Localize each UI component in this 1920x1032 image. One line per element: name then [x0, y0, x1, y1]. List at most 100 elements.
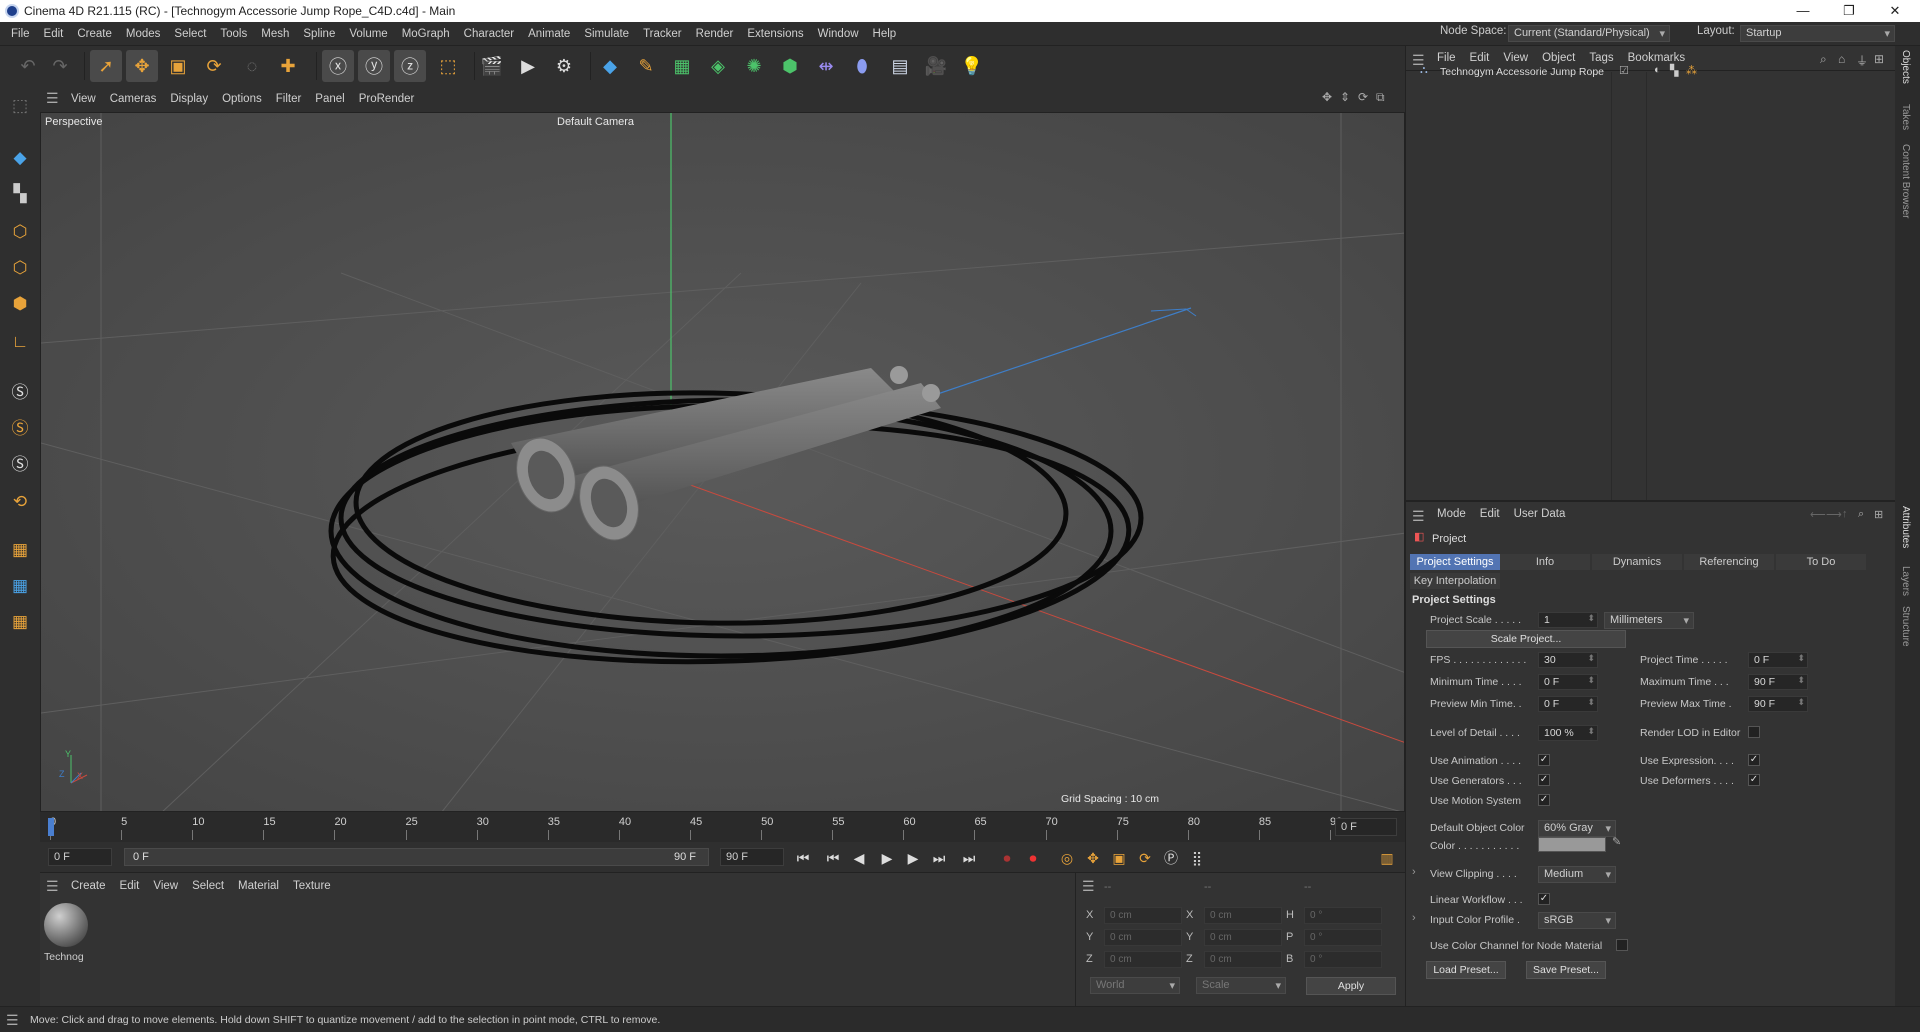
- layout-select[interactable]: Startup: [1740, 25, 1895, 42]
- rotate-tool-icon[interactable]: ⟳: [198, 50, 230, 82]
- subdivision-icon[interactable]: ▦: [666, 50, 698, 82]
- current-frame-field[interactable]: 0 F: [1335, 818, 1397, 836]
- tab-to-do[interactable]: To Do: [1776, 554, 1866, 570]
- objects-menu-file[interactable]: File: [1430, 52, 1463, 64]
- attr-search-icon[interactable]: ⌕: [1858, 508, 1864, 521]
- viewport-menu-filter[interactable]: Filter: [269, 93, 309, 105]
- objects-menu-edit[interactable]: Edit: [1463, 52, 1497, 64]
- x-axis-lock-icon[interactable]: ⓧ: [322, 50, 354, 82]
- material-tag-icon[interactable]: ◐: [1654, 64, 1661, 76]
- material-menu-icon[interactable]: ☰: [46, 878, 59, 895]
- render-settings-icon[interactable]: ⚙: [548, 50, 580, 82]
- axis-mode-icon[interactable]: ∟: [4, 326, 36, 358]
- viewport-rotate-icon[interactable]: ⟳: [1358, 90, 1368, 104]
- save-preset-button[interactable]: Save Preset...: [1526, 961, 1606, 979]
- material-name[interactable]: Technog: [44, 951, 84, 963]
- next-frame-icon[interactable]: ▶: [902, 847, 924, 869]
- lod-field[interactable]: 100 %: [1538, 725, 1598, 741]
- light-icon[interactable]: 💡: [956, 50, 988, 82]
- menu-extensions[interactable]: Extensions: [740, 28, 810, 40]
- polygons-mode-icon[interactable]: ⬢: [4, 288, 36, 320]
- vtab-takes[interactable]: Takes: [1900, 104, 1911, 130]
- coord-field[interactable]: 0 cm: [1204, 907, 1282, 924]
- preview-range-slider[interactable]: 0 F 90 F: [124, 848, 709, 866]
- objects-home-icon[interactable]: ⌂: [1838, 52, 1845, 66]
- use-animation-checkbox[interactable]: ✓: [1538, 754, 1550, 766]
- coord-field[interactable]: 0 °: [1304, 951, 1382, 968]
- min-time-field[interactable]: 0 F: [1538, 674, 1598, 690]
- viewport-menu-icon[interactable]: ☰: [46, 90, 59, 107]
- coord-field[interactable]: 0 °: [1304, 907, 1382, 924]
- view-clipping-select[interactable]: Medium: [1538, 866, 1616, 883]
- vtab-structure[interactable]: Structure: [1900, 606, 1911, 647]
- attr-lock-icon[interactable]: ⊞: [1874, 508, 1883, 521]
- status-menu-icon[interactable]: ☰: [6, 1012, 19, 1029]
- objects-menu-tags[interactable]: Tags: [1582, 52, 1620, 64]
- points-mode-icon[interactable]: ⬡: [4, 216, 36, 248]
- attributes-menu-mode[interactable]: Mode: [1430, 508, 1473, 520]
- 3d-viewport[interactable]: Perspective Default Camera Grid Spacing …: [40, 112, 1405, 812]
- objects-search-icon[interactable]: ⌕: [1820, 52, 1827, 67]
- y-axis-lock-icon[interactable]: ⓨ: [358, 50, 390, 82]
- material-menu-select[interactable]: Select: [185, 880, 231, 892]
- vtab-layers[interactable]: Layers: [1900, 566, 1911, 596]
- add-tool-icon[interactable]: ✚: [272, 50, 304, 82]
- viewport-menu-cameras[interactable]: Cameras: [103, 93, 164, 105]
- vtab-objects[interactable]: Objects: [1900, 50, 1911, 84]
- tab-key-interpolation[interactable]: Key Interpolation: [1410, 573, 1500, 589]
- input-profile-select[interactable]: sRGB: [1538, 912, 1616, 929]
- menu-modes[interactable]: Modes: [119, 28, 168, 40]
- coords-world-select[interactable]: World: [1090, 977, 1180, 994]
- attributes-menu-user-data[interactable]: User Data: [1507, 508, 1573, 520]
- menu-select[interactable]: Select: [167, 28, 213, 40]
- tab-referencing[interactable]: Referencing: [1684, 554, 1774, 570]
- viewport-menu-prorender[interactable]: ProRender: [352, 93, 422, 105]
- menu-spline[interactable]: Spline: [296, 28, 342, 40]
- attr-back-icon[interactable]: ⟵: [1810, 508, 1826, 521]
- keyframe-selection-icon[interactable]: ◎: [1056, 847, 1078, 869]
- use-expression-checkbox[interactable]: ✓: [1748, 754, 1760, 766]
- viewport-maximize-icon[interactable]: ⧉: [1376, 90, 1385, 105]
- coord-field[interactable]: 0 cm: [1104, 929, 1182, 946]
- coords-scale-select[interactable]: Scale: [1196, 977, 1286, 994]
- locked-workplane-icon[interactable]: ▦: [4, 570, 36, 602]
- menu-volume[interactable]: Volume: [342, 28, 394, 40]
- material-menu-texture[interactable]: Texture: [286, 880, 338, 892]
- tab-project-settings[interactable]: Project Settings: [1410, 554, 1500, 570]
- record-active-icon[interactable]: ⏺: [996, 847, 1018, 869]
- render-view-icon[interactable]: 🎬: [476, 50, 508, 82]
- pen-spline-icon[interactable]: ✎: [630, 50, 662, 82]
- project-time-field[interactable]: 0 F: [1748, 652, 1808, 668]
- render-picture-viewer-icon[interactable]: ▶: [512, 50, 544, 82]
- input-profile-expand-icon[interactable]: ›: [1412, 912, 1416, 924]
- texture-tag-icon[interactable]: ▚: [1670, 64, 1678, 77]
- viewport-menu-display[interactable]: Display: [163, 93, 215, 105]
- material-preview[interactable]: [44, 903, 88, 947]
- coord-field[interactable]: 0 cm: [1104, 907, 1182, 924]
- deformer-icon[interactable]: ⇹: [810, 50, 842, 82]
- coords-apply-button[interactable]: Apply: [1306, 977, 1396, 995]
- texture-mode-icon[interactable]: ▚: [4, 178, 36, 210]
- camera-icon[interactable]: 🎥: [920, 50, 952, 82]
- maximize-button[interactable]: ❐: [1826, 0, 1872, 22]
- edges-mode-icon[interactable]: ⬡: [4, 252, 36, 284]
- use-deformers-checkbox[interactable]: ✓: [1748, 774, 1760, 786]
- menu-tools[interactable]: Tools: [213, 28, 254, 40]
- undo-icon[interactable]: ↶: [12, 50, 44, 82]
- floor-icon[interactable]: ▤: [884, 50, 916, 82]
- menu-window[interactable]: Window: [811, 28, 866, 40]
- cloner-icon[interactable]: ✺: [738, 50, 770, 82]
- go-to-start-icon[interactable]: ⏮: [792, 847, 814, 869]
- vtab-attributes[interactable]: Attributes: [1900, 506, 1911, 548]
- coord-field[interactable]: 0 cm: [1204, 929, 1282, 946]
- menu-mesh[interactable]: Mesh: [254, 28, 296, 40]
- menu-tracker[interactable]: Tracker: [636, 28, 689, 40]
- make-editable-icon[interactable]: ⬚: [4, 90, 36, 122]
- render-lod-checkbox[interactable]: [1748, 726, 1760, 738]
- scale-tool-icon[interactable]: ▣: [162, 50, 194, 82]
- max-time-field[interactable]: 90 F: [1748, 674, 1808, 690]
- preview-max-field[interactable]: 90 F: [1748, 696, 1808, 712]
- material-menu-edit[interactable]: Edit: [113, 880, 147, 892]
- menu-edit[interactable]: Edit: [37, 28, 71, 40]
- coord-field[interactable]: 0 °: [1304, 929, 1382, 946]
